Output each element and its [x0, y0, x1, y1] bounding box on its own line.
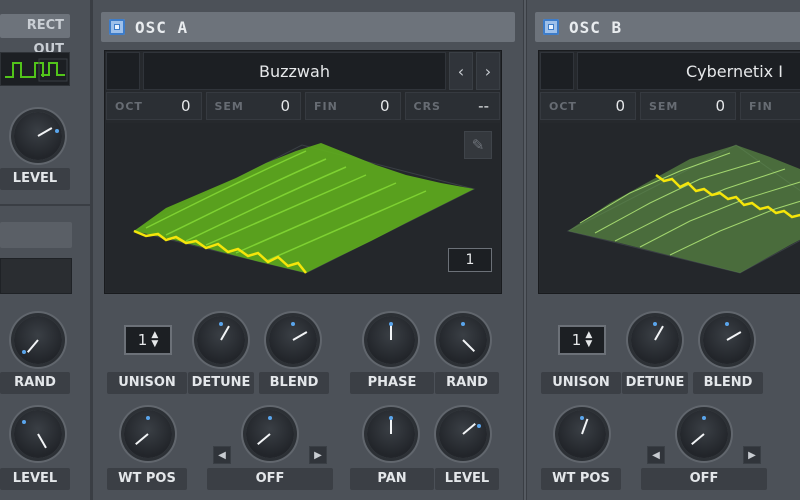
square-wave-icon: [5, 58, 68, 82]
osc-b-sem-field[interactable]: SEM 0: [640, 92, 736, 120]
noise-level-knob[interactable]: [14, 410, 62, 458]
oct-value: 0: [615, 97, 625, 115]
osc-b-preset-bar: Cybernetix I: [540, 52, 800, 90]
osc-a-wavetable-view[interactable]: ✎ 1: [106, 123, 500, 292]
osc-a-warp-prev-icon[interactable]: ◀: [213, 446, 231, 464]
osc-a-blend-label: BLEND: [259, 372, 329, 394]
osc-a-oct-field[interactable]: OCT 0: [106, 92, 202, 120]
osc-b-warp-prev-icon[interactable]: ◀: [647, 446, 665, 464]
sem-label: SEM: [649, 99, 679, 113]
wavetable-3d-graphic: [132, 143, 476, 274]
osc-a-display: Buzzwah ‹ › OCT 0 SEM 0 FIN 0 CRS -- ✎ 1: [104, 50, 502, 294]
osc-a-header: OSC A: [101, 12, 515, 42]
osc-b-detune-knob[interactable]: [631, 316, 679, 364]
wavetable-3d-graphic: [566, 144, 800, 274]
osc-a-frame-number[interactable]: 1: [448, 248, 492, 272]
sem-label: SEM: [214, 99, 244, 113]
osc-a-power-toggle[interactable]: [109, 19, 125, 35]
osc-b-power-toggle[interactable]: [543, 19, 559, 35]
osc-b-fin-field[interactable]: FIN0: [740, 92, 800, 120]
section-divider: [0, 204, 90, 206]
unison-value: 1: [571, 331, 582, 349]
osc-a-sem-field[interactable]: SEM 0: [205, 92, 301, 120]
osc-a-level-knob[interactable]: [439, 410, 487, 458]
lfo-shape-display: [0, 52, 70, 86]
level-knob[interactable]: [14, 112, 62, 160]
osc-a-warp-mode-label[interactable]: OFF: [207, 468, 333, 490]
osc-b-warp-next-icon[interactable]: ▶: [743, 446, 761, 464]
osc-b-menu-button[interactable]: [540, 52, 574, 90]
osc-b-display: Cybernetix I OCT 0 SEM 0 FIN0: [538, 50, 800, 294]
osc-a-warp-next-icon[interactable]: ▶: [309, 446, 327, 464]
osc-b-wavetable-view[interactable]: [540, 123, 800, 292]
osc-a-pan-label: PAN: [350, 468, 434, 490]
crs-value: --: [478, 97, 489, 115]
rand-knob[interactable]: [14, 316, 62, 364]
osc-a-level-label: LEVEL: [435, 468, 499, 490]
osc-a-unison-stepper[interactable]: 1 ▲ ▼: [124, 325, 172, 355]
osc-a-tune-row: OCT 0 SEM 0 FIN 0 CRS --: [106, 92, 500, 120]
osc-a-crs-field[interactable]: CRS --: [404, 92, 500, 120]
osc-b-unison-stepper[interactable]: 1 ▲ ▼: [558, 325, 606, 355]
osc-b-preset-name[interactable]: Cybernetix I: [577, 52, 800, 90]
noise-display: [0, 258, 72, 294]
osc-a-rand-label: RAND: [435, 372, 499, 394]
osc-b-warp-knob[interactable]: [680, 410, 728, 458]
osc-b-header: OSC B: [535, 12, 800, 42]
osc-a-rand-knob[interactable]: [439, 316, 487, 364]
osc-b-unison-label: UNISON: [541, 372, 621, 394]
fin-label: FIN: [314, 99, 338, 113]
osc-a-detune-knob[interactable]: [197, 316, 245, 364]
oct-value: 0: [180, 97, 191, 115]
osc-a-unison-label: UNISON: [107, 372, 187, 394]
stepper-arrows-icon: ▲ ▼: [151, 330, 159, 349]
osc-a-fin-field[interactable]: FIN 0: [305, 92, 401, 120]
fin-label: FIN: [749, 99, 773, 113]
level-label: LEVEL: [0, 168, 70, 190]
osc-b-panel: OSC B Cybernetix I OCT 0 SEM 0 FIN0 1▲▼ UN…: [526, 0, 800, 500]
stepper-arrows-icon: ▲ ▼: [585, 330, 593, 349]
osc-a-menu-button[interactable]: [106, 52, 140, 90]
fin-value: 0: [379, 97, 390, 115]
osc-b-tune-row: OCT 0 SEM 0 FIN0: [540, 92, 800, 120]
osc-a-prev-preset-icon[interactable]: ‹: [449, 52, 473, 90]
osc-a-pan-knob[interactable]: [367, 410, 415, 458]
oct-label: OCT: [549, 99, 577, 113]
osc-a-panel: OSC A Buzzwah ‹ › OCT 0 SEM 0 FIN 0 CRS -- ✎…: [92, 0, 524, 500]
osc-a-wt-pos-label: WT POS: [107, 468, 187, 490]
osc-a-warp-knob[interactable]: [246, 410, 294, 458]
pencil-edit-icon[interactable]: ✎: [464, 131, 492, 159]
rand-label: RAND: [0, 372, 70, 394]
osc-a-title: OSC A: [135, 18, 189, 37]
osc-b-blend-label: BLEND: [693, 372, 763, 394]
oct-label: OCT: [115, 99, 143, 113]
osc-a-preset-name[interactable]: Buzzwah: [143, 52, 446, 90]
sem-value: 0: [280, 97, 290, 115]
osc-a-wt-pos-knob[interactable]: [124, 410, 172, 458]
osc-b-oct-field[interactable]: OCT 0: [540, 92, 636, 120]
source-selector[interactable]: [0, 222, 72, 248]
crs-label: CRS: [413, 99, 441, 113]
left-panel: RECT OUT LEVEL RAND LEVEL: [0, 0, 92, 500]
osc-a-preset-bar: Buzzwah ‹ ›: [106, 52, 500, 90]
osc-a-phase-label: PHASE: [350, 372, 434, 394]
noise-level-label: LEVEL: [0, 468, 70, 490]
osc-b-wt-pos-knob[interactable]: [558, 410, 606, 458]
osc-a-phase-knob[interactable]: [367, 316, 415, 364]
osc-b-title: OSC B: [569, 18, 623, 37]
osc-b-warp-mode-label[interactable]: OFF: [641, 468, 767, 490]
osc-a-next-preset-icon[interactable]: ›: [476, 52, 500, 90]
osc-b-wt-pos-label: WT POS: [541, 468, 621, 490]
unison-value: 1: [137, 331, 148, 349]
osc-b-blend-knob[interactable]: [703, 316, 751, 364]
osc-b-detune-label: DETUNE: [622, 372, 688, 394]
direct-out-button[interactable]: RECT OUT: [0, 14, 70, 57]
sem-value: 0: [715, 97, 725, 115]
osc-a-blend-knob[interactable]: [269, 316, 317, 364]
osc-a-detune-label: DETUNE: [188, 372, 254, 394]
